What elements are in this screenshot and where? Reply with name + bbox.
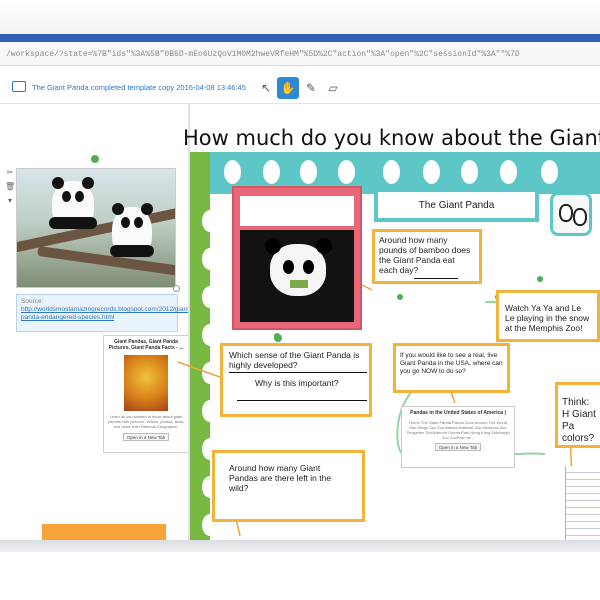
panda-eye bbox=[283, 260, 294, 274]
header-card[interactable]: The Giant Panda bbox=[374, 188, 539, 222]
header-card-label: The Giant Panda bbox=[378, 192, 535, 218]
panda-ear bbox=[316, 238, 332, 254]
pointer-icon[interactable]: ↖ bbox=[255, 77, 277, 99]
address-bar[interactable]: /workspace/?state=%7B"ids"%3A%5B"0B6D-mE… bbox=[0, 42, 600, 66]
lined-paper-note[interactable] bbox=[565, 466, 600, 540]
bamboo-leaf bbox=[290, 280, 308, 288]
monitor-icon[interactable] bbox=[12, 81, 26, 92]
think-question-card[interactable]: Think: H Giant Pa colors? bbox=[555, 382, 600, 448]
answer-line bbox=[414, 278, 458, 279]
document-title[interactable]: The Giant Panda completed template copy … bbox=[32, 83, 246, 92]
wild-count-question: Around how many Giant Pandas are there l… bbox=[229, 463, 332, 493]
app-toolbar: The Giant Panda completed template copy … bbox=[0, 66, 600, 104]
answer-line bbox=[237, 400, 367, 401]
node-dot[interactable] bbox=[397, 294, 403, 300]
frame-caption-area bbox=[240, 196, 354, 226]
board-title[interactable]: How much do you know about the Giant P bbox=[183, 126, 600, 150]
bamboo-question-card[interactable]: Around how many pounds of bamboo does th… bbox=[372, 229, 482, 284]
pen-icon[interactable]: ✎ bbox=[300, 77, 322, 99]
watch-zoo-card[interactable]: Watch Ya Ya and Le Le playing in the sno… bbox=[496, 290, 600, 342]
zoo-link-card[interactable]: Pandas in the United States of America |… bbox=[401, 406, 515, 468]
monitor-bezel-bottom bbox=[0, 540, 600, 552]
panda-eye bbox=[303, 260, 314, 274]
sense-question: Which sense of the Giant Panda is highly… bbox=[229, 350, 360, 370]
thumb-panda bbox=[559, 204, 573, 222]
zoo-card-text: Home The Giant Panda Panda Zoos Around T… bbox=[406, 420, 510, 440]
zoo-question-card[interactable]: If you would like to see a real, live Gi… bbox=[393, 343, 510, 393]
panda-eating-image bbox=[240, 230, 354, 322]
zoo-card-title: Pandas in the United States of America | bbox=[410, 410, 506, 416]
answer-line bbox=[229, 372, 367, 373]
monitor-bezel-top bbox=[0, 0, 600, 34]
pandas-thumbnail[interactable] bbox=[550, 192, 592, 236]
bamboo-question: Around how many pounds of bamboo does th… bbox=[379, 235, 471, 275]
eraser-icon[interactable]: ▱ bbox=[322, 77, 344, 99]
thumb-panda bbox=[573, 208, 587, 226]
zoo-question: If you would like to see a real, live Gi… bbox=[400, 352, 503, 375]
background-floor bbox=[0, 552, 600, 600]
window-title-strip bbox=[0, 34, 600, 42]
open-new-tab-button[interactable]: Open in a New Tab bbox=[435, 443, 481, 451]
photo-frame[interactable] bbox=[232, 186, 362, 330]
watch-zoo-text: Watch Ya Ya and Le Le playing in the sno… bbox=[505, 303, 590, 333]
hand-icon[interactable]: ✋ bbox=[277, 77, 299, 99]
screenshot-stage: /workspace/?state=%7B"ids"%3A%5B"0B6D-mE… bbox=[0, 0, 600, 600]
wild-count-question-card[interactable]: Around how many Giant Pandas are there l… bbox=[212, 450, 365, 522]
sense-question-card[interactable]: Which sense of the Giant Panda is highly… bbox=[220, 343, 372, 417]
panda-ear bbox=[265, 238, 281, 254]
think-question: Think: H Giant Pa colors? bbox=[562, 397, 596, 444]
frame-handle[interactable] bbox=[274, 334, 282, 342]
why-question: Why is this important? bbox=[255, 378, 339, 388]
node-dot[interactable] bbox=[537, 276, 543, 282]
